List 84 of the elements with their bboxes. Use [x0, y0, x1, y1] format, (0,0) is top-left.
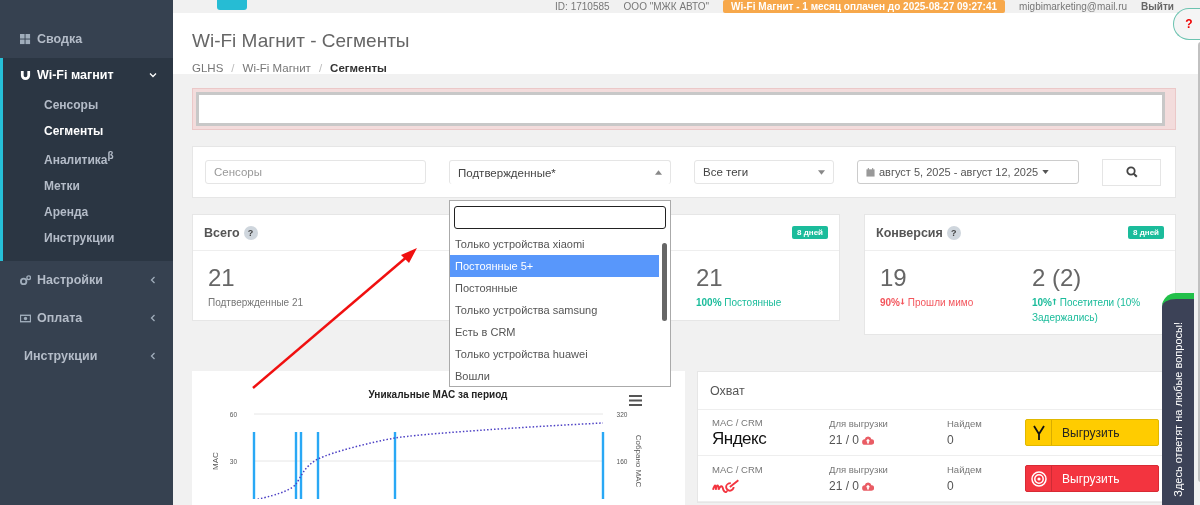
search-icon: [1125, 166, 1138, 178]
period-badge: 8 дней: [792, 226, 828, 239]
field-label: Для выгрузки: [829, 464, 889, 475]
feedback-tab[interactable]: Здесь ответят на любые вопросы!: [1162, 293, 1194, 505]
sidebar-item[interactable]: Wi-Fi магнит: [3, 58, 173, 92]
sidebar-item[interactable]: Сводка: [0, 20, 173, 58]
segment-select[interactable]: Подтвержденные*: [449, 160, 671, 184]
account-id: ID: 1710585: [555, 1, 610, 12]
search-button[interactable]: [1102, 158, 1161, 186]
input-field[interactable]: [196, 92, 1165, 126]
breadcrumb-link[interactable]: GLHS: [192, 62, 224, 74]
caret-icon: [1042, 170, 1050, 174]
export-button[interactable]: Выгрузить: [1025, 465, 1159, 492]
metric-value: 21: [696, 264, 723, 292]
arrow-up-icon: [1052, 297, 1057, 306]
breadcrumb-separator: /: [318, 62, 323, 74]
found-count: 0: [947, 433, 955, 447]
metric-value: 19: [880, 264, 907, 292]
cloud-upload-icon: [862, 435, 875, 445]
axis-label: Собрано MAC: [634, 434, 643, 488]
chart-menu-icon[interactable]: [629, 395, 642, 406]
sidebar-item[interactable]: Инструкции: [0, 337, 173, 375]
sidebar-item[interactable]: Настройки: [0, 261, 173, 299]
arrow-down-icon: [900, 297, 905, 306]
metric-caption: Подтвержденные 21: [208, 296, 304, 310]
sidebar-subitem[interactable]: Аналитика$^{β}$: [3, 144, 173, 173]
sidebar-subitem[interactable]: Инструкции: [3, 225, 173, 251]
caret-icon: [818, 169, 825, 175]
tags-select[interactable]: Все теги: [694, 160, 834, 184]
caret-icon: [655, 170, 662, 175]
chart-bar: [316, 432, 320, 499]
dropdown-option[interactable]: Есть в CRM: [450, 321, 659, 343]
dropdown-option[interactable]: Только устройства xiaomi: [450, 233, 659, 255]
period-badge: 8 дней: [1128, 226, 1164, 239]
company-name: ООО "МЖК АВТО": [623, 1, 710, 12]
sidebar-subitem[interactable]: Аренда: [3, 199, 173, 225]
user-email: migbimarketing@mail.ru: [1019, 1, 1128, 12]
breadcrumb-separator: /: [231, 62, 235, 74]
help-button[interactable]: ?: [1173, 8, 1200, 40]
sidebar-subitem[interactable]: Сенсоры: [3, 92, 173, 118]
date-range-picker[interactable]: август 5, 2025 - август 12, 2025: [857, 160, 1079, 184]
breadcrumb-link[interactable]: Wi-Fi Магнит: [242, 62, 311, 74]
grid-icon: [20, 33, 31, 45]
chart-bar: [393, 432, 397, 499]
calendar-icon: [866, 167, 875, 177]
card-title: Конверсия: [876, 225, 943, 240]
export-count: 21 / 0: [829, 433, 860, 447]
logout-link[interactable]: Выйти: [1141, 1, 1174, 12]
metric-value: 2 (2): [1032, 264, 1082, 292]
magnet-icon: [20, 69, 31, 81]
dropdown-option[interactable]: Только устройства samsung: [450, 299, 659, 321]
page-title: Wi-Fi Магнит - Сегменты: [192, 29, 411, 52]
target-icon: [1030, 470, 1047, 487]
chart-bar: [252, 432, 256, 499]
cloud-upload-icon: [862, 481, 875, 491]
field-label: Для выгрузки: [829, 418, 889, 429]
card-title: Всего: [204, 225, 240, 240]
sidebar-subitem[interactable]: Метки: [3, 173, 173, 199]
export-count: 21 / 0: [829, 479, 860, 493]
help-icon[interactable]: ?: [243, 225, 258, 240]
yandex-logo: Яндекс: [712, 428, 768, 449]
export-button[interactable]: Выгрузить: [1025, 419, 1159, 446]
sidebar-subitem[interactable]: Сегменты: [3, 118, 173, 144]
metric-caption: 100% Постоянные: [696, 296, 782, 310]
found-count: 0: [947, 479, 955, 493]
sidebar-item[interactable]: Оплата: [0, 299, 173, 337]
field-label: MAC / CRM: [712, 416, 764, 428]
gears-icon: [20, 274, 31, 286]
field-label: MAC / CRM: [712, 463, 764, 475]
dropdown-option[interactable]: Только устройства huawei: [450, 343, 659, 365]
metric-caption: 90% Прошли мимо: [880, 296, 974, 310]
help-icon[interactable]: ?: [946, 225, 961, 240]
field-label: Найдем: [947, 418, 983, 429]
letter-y-icon: [1032, 424, 1045, 441]
axis-label: MAC: [211, 452, 220, 470]
dropdown-option[interactable]: Постоянные: [450, 277, 659, 299]
dropdown-option[interactable]: Вошли: [450, 365, 659, 386]
metric-value: 21: [208, 264, 235, 292]
chart-title: Уникальные MAC за период: [368, 389, 508, 400]
chart-bar: [601, 432, 605, 499]
banknote-icon: [20, 312, 31, 324]
search-field[interactable]: [454, 206, 666, 229]
field-label: Найдем: [947, 464, 983, 475]
subscription-badge: Wi-Fi Магнит - 1 месяц оплачен до 2025-08-27 09:27:41: [723, 0, 1006, 13]
